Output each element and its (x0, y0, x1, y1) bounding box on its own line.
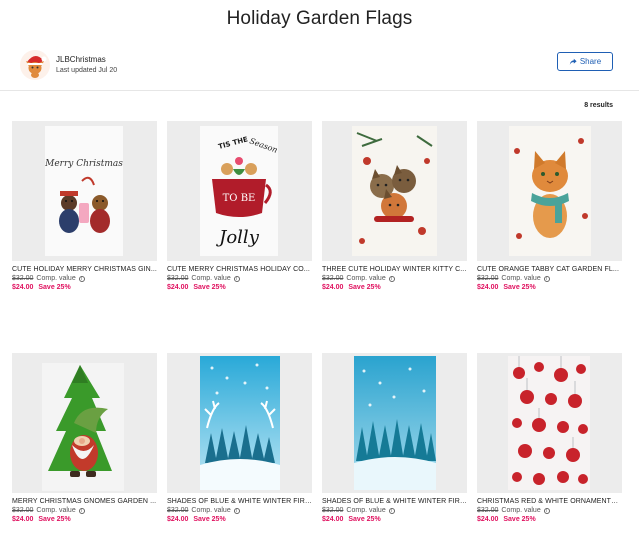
merry-christmas-script: Merry Christmas (44, 159, 123, 169)
results-count: 8 results (584, 102, 613, 109)
sale-price: $24.00 (477, 284, 499, 291)
product-image-three-kittens[interactable] (322, 121, 467, 261)
divider (0, 90, 639, 91)
sale-price: $24.00 (167, 284, 189, 291)
product-image-tis-the-season[interactable]: TIS THE Season TO BE Jolly (167, 121, 312, 261)
product-card[interactable]: CHRISTMAS RED & WHITE ORNAMENTS ... $32.… (477, 353, 622, 523)
svg-text:Jolly: Jolly (215, 227, 260, 248)
original-price: $32.00 (322, 275, 344, 282)
product-title[interactable]: MERRY CHRISTMAS GNOMES GARDEN ... (12, 498, 157, 505)
sale-price: $24.00 (12, 516, 34, 523)
comp-value-label: Comp. value (501, 507, 541, 514)
save-percent: Save 25% (193, 284, 226, 291)
product-title[interactable]: CUTE ORANGE TABBY CAT GARDEN FL... (477, 266, 622, 273)
comp-value-label: Comp. value (36, 275, 76, 282)
product-title[interactable]: CUTE MERRY CHRISTMAS HOLIDAY CO... (167, 266, 312, 273)
product-title[interactable]: CUTE HOLIDAY MERRY CHRISTMAS GIN... (12, 266, 157, 273)
comp-value-label: Comp. value (191, 507, 231, 514)
product-title[interactable]: SHADES OF BLUE & WHITE WINTER FIR ... (322, 498, 467, 505)
info-icon[interactable]: i (388, 507, 395, 514)
original-price: $32.00 (477, 275, 499, 282)
comp-value-label: Comp. value (191, 275, 231, 282)
original-price: $32.00 (167, 275, 189, 282)
share-button[interactable]: Share (557, 52, 613, 71)
product-card[interactable]: CUTE ORANGE TABBY CAT GARDEN FL... $32.0… (477, 121, 622, 291)
share-label: Share (579, 57, 602, 66)
save-percent: Save 25% (503, 284, 536, 291)
sale-price: $24.00 (167, 516, 189, 523)
last-updated-text: Last updated Jul 20 (56, 67, 118, 74)
svg-text:TO BE: TO BE (223, 193, 256, 204)
sale-price: $24.00 (322, 516, 344, 523)
original-price: $32.00 (12, 275, 34, 282)
product-title[interactable]: SHADES OF BLUE & WHITE WINTER FIR ... (167, 498, 312, 505)
info-icon[interactable]: i (388, 275, 395, 282)
original-price: $32.00 (322, 507, 344, 514)
avatar[interactable] (20, 50, 50, 80)
save-percent: Save 25% (193, 516, 226, 523)
page-title: Holiday Garden Flags (226, 8, 413, 29)
comp-value-label: Comp. value (346, 275, 386, 282)
product-image-blue-winter-forest[interactable] (322, 353, 467, 493)
product-title[interactable]: CHRISTMAS RED & WHITE ORNAMENTS ... (477, 498, 622, 505)
sale-price: $24.00 (12, 284, 34, 291)
sale-price: $24.00 (477, 516, 499, 523)
info-icon[interactable]: i (543, 275, 550, 282)
save-percent: Save 25% (503, 516, 536, 523)
info-icon[interactable]: i (78, 507, 85, 514)
product-image-teddy-bears[interactable]: Merry Christmas (12, 121, 157, 261)
product-image-red-ornaments[interactable] (477, 353, 622, 493)
product-card[interactable]: Merry Christmas CUTE HOLIDAY MERRY CHRIS… (12, 121, 157, 291)
sale-price: $24.00 (322, 284, 344, 291)
comp-value-label: Comp. value (501, 275, 541, 282)
save-percent: Save 25% (38, 284, 71, 291)
product-image-gnome-tree[interactable] (12, 353, 157, 493)
original-price: $32.00 (12, 507, 34, 514)
store-name[interactable]: JLBChristmas (56, 54, 117, 65)
store-header: JLBChristmas Last updated Jul 20 (20, 50, 117, 80)
product-card[interactable]: SHADES OF BLUE & WHITE WINTER FIR ... $3… (322, 353, 467, 523)
product-card[interactable]: MERRY CHRISTMAS GNOMES GARDEN ... $32.00… (12, 353, 157, 523)
info-icon[interactable]: i (543, 507, 550, 514)
product-image-blue-winter-forest-antlers[interactable] (167, 353, 312, 493)
info-icon[interactable]: i (233, 275, 240, 282)
info-icon[interactable]: i (78, 275, 85, 282)
original-price: $32.00 (477, 507, 499, 514)
product-title[interactable]: THREE CUTE HOLIDAY WINTER KITTY C... (322, 266, 467, 273)
share-icon (569, 58, 577, 65)
save-percent: Save 25% (348, 284, 381, 291)
save-percent: Save 25% (348, 516, 381, 523)
product-card[interactable]: TIS THE Season TO BE Jolly CUTE MERRY CH… (167, 121, 312, 291)
comp-value-label: Comp. value (346, 507, 386, 514)
product-image-orange-tabby-cat[interactable] (477, 121, 622, 261)
info-icon[interactable]: i (233, 507, 240, 514)
save-percent: Save 25% (38, 516, 71, 523)
product-card[interactable]: THREE CUTE HOLIDAY WINTER KITTY C... $32… (322, 121, 467, 291)
comp-value-label: Comp. value (36, 507, 76, 514)
original-price: $32.00 (167, 507, 189, 514)
product-card[interactable]: SHADES OF BLUE & WHITE WINTER FIR ... $3… (167, 353, 312, 523)
